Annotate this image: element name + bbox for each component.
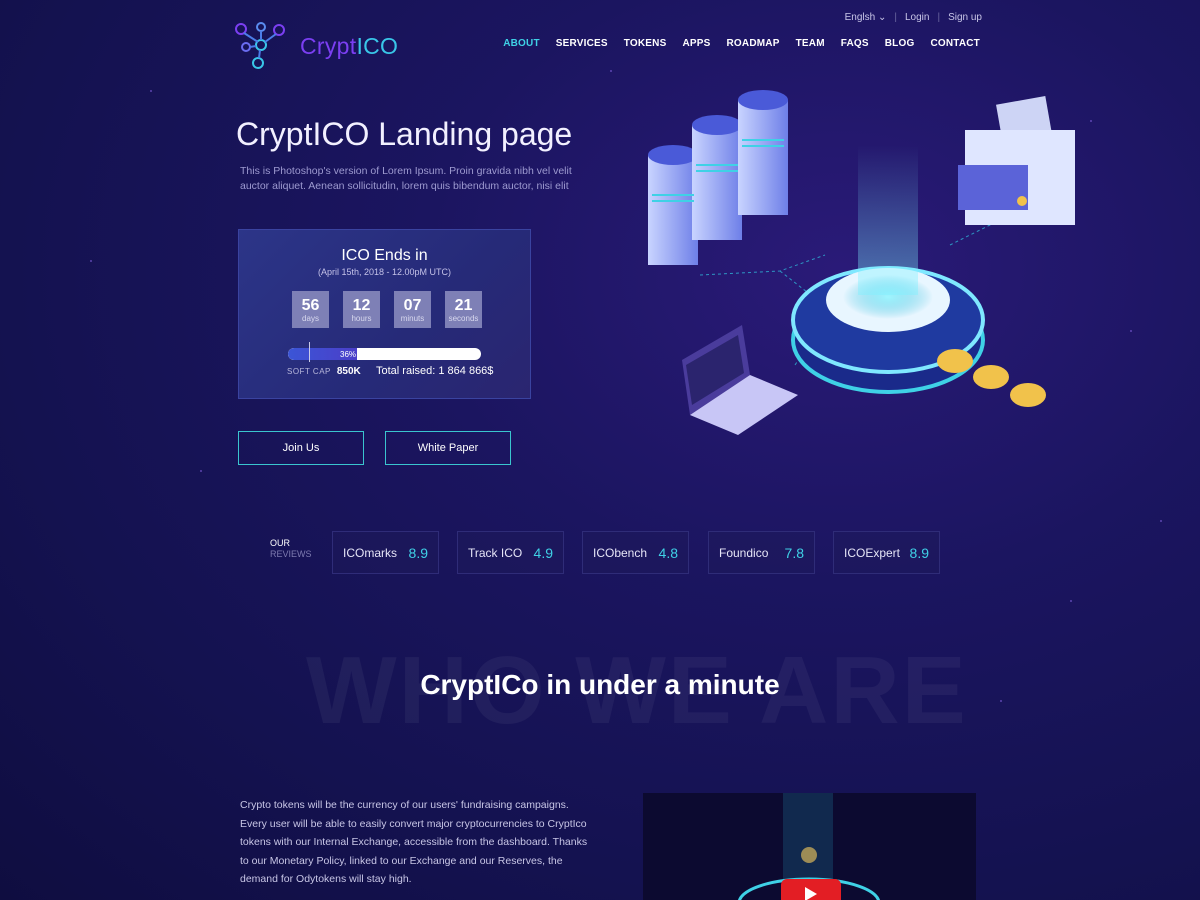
review-trackico[interactable]: Track ICO 4.9 [457,531,564,574]
ico-date: (April 15th, 2018 - 12.00pM UTC) [317,267,452,277]
review-score: 7.8 [784,544,804,561]
reviews-label-top: OUR [270,538,290,548]
divider: | [894,12,897,23]
review-score: 4.8 [658,544,678,561]
chevron-down-icon: ⌄ [878,12,887,23]
nav-tokens[interactable]: TOKENS [624,38,667,49]
language-select[interactable]: Englsh ⌄ [845,12,887,23]
review-foundico[interactable]: Foundico 7.8 [708,531,815,574]
countdown-hours: 12 hours [343,291,380,328]
hero-subtitle: This is Photoshop's version of Lorem Ips… [240,165,572,192]
ico-title: ICO Ends in [341,247,428,264]
review-icobench[interactable]: ICObench 4.8 [582,531,689,574]
nav-contact[interactable]: CONTACT [930,38,980,49]
join-us-button[interactable]: Join Us [238,431,364,465]
total-raised: Total raised: 1 864 866$ [376,365,494,377]
nav-apps[interactable]: APPS [682,38,710,49]
review-name: ICOExpert [844,545,901,560]
reviews-label-bottom: REVIEWS [270,549,312,559]
countdown-seconds: 21 seconds [445,291,482,328]
soft-cap: SOFT CAP 850K [287,366,361,377]
video-preview[interactable] [643,793,976,900]
nav-services[interactable]: SERVICES [556,38,608,49]
review-icoexpert[interactable]: ICOExpert 8.9 [833,531,940,574]
countdown-minutes: 07 minuts [394,291,431,328]
nav-about[interactable]: ABOUT [503,38,540,49]
nav-roadmap[interactable]: ROADMAP [727,38,780,49]
review-name: Foundico [719,545,769,560]
ico-countdown-card: ICO Ends in (April 15th, 2018 - 12.00pM … [238,229,531,399]
progress-percent: 36% [340,350,357,359]
molecule-logo-icon [235,22,285,69]
nav-blog[interactable]: BLOG [885,38,915,49]
hero-title: CryptICO Landing page [236,116,573,152]
logo[interactable]: CryptICO [234,22,398,70]
review-name: ICObench [593,545,648,560]
main-nav: ABOUT SERVICES TOKENS APPS ROADMAP TEAM … [503,38,980,49]
isometric-blockchain-illustration [648,90,1075,435]
about-text: Crypto tokens will be the currency of ou… [240,799,588,885]
login-link[interactable]: Login [905,12,929,23]
section-title: CryptICo in under a minute [420,669,780,700]
divider: | [937,12,941,23]
progress-bar [288,348,481,360]
nav-team[interactable]: TEAM [796,38,825,49]
review-icomarks[interactable]: ICOmarks 8.9 [332,531,439,574]
top-utility-bar: Englsh ⌄ | Login | Sign up [845,12,982,23]
laptop-icon [682,325,798,435]
countdown: 56 days 12 hours 07 minuts 21 seconds [292,291,482,328]
soft-cap-marker [309,342,310,362]
server-rack-icon [648,90,788,265]
countdown-days: 56 days [292,291,329,328]
signup-link[interactable]: Sign up [948,12,982,23]
review-score: 8.9 [408,544,428,561]
play-icon[interactable] [781,879,841,900]
wallet-icon [958,96,1075,225]
reviews-label: OUR REVIEWS [270,538,312,560]
review-score: 4.9 [533,544,553,561]
review-name: ICOmarks [343,545,397,560]
white-paper-button[interactable]: White Paper [385,431,511,465]
logo-text: CryptICO [300,32,399,59]
nav-faqs[interactable]: FAQS [841,38,869,49]
review-score: 8.9 [909,544,929,561]
review-name: Track ICO [468,545,523,560]
